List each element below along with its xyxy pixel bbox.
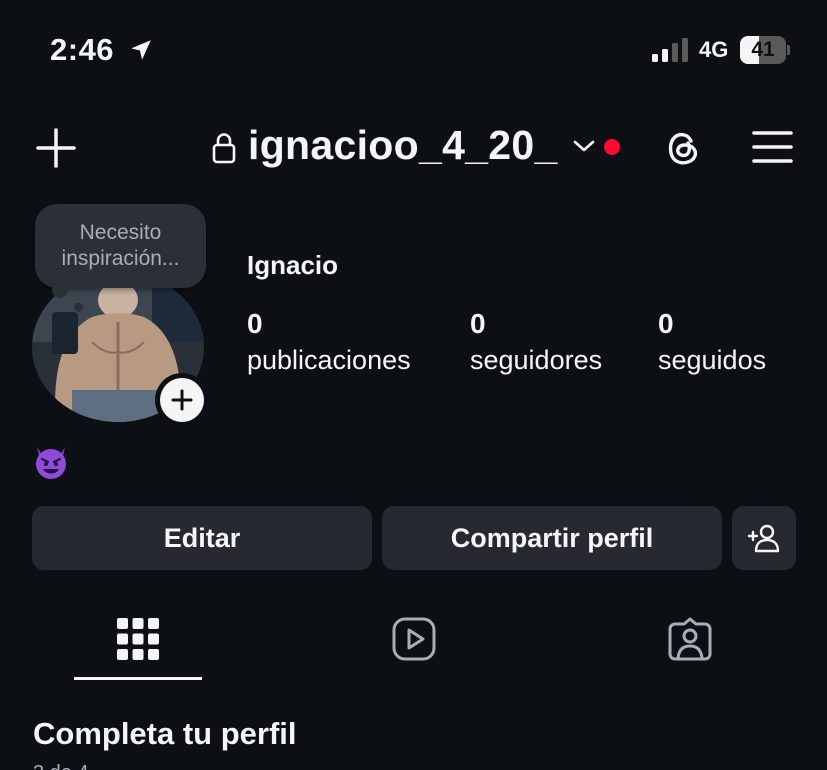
- chevron-down-icon[interactable]: [573, 138, 595, 154]
- plus-icon: [171, 389, 193, 411]
- battery-icon: 41: [740, 36, 790, 64]
- threads-icon[interactable]: [661, 126, 705, 170]
- lock-icon: [212, 133, 236, 164]
- status-bar: 2:46 4G 41: [0, 0, 827, 100]
- followers-label: seguidores: [470, 345, 603, 375]
- tab-tagged[interactable]: [630, 610, 750, 680]
- following-count: 0: [658, 308, 674, 339]
- followers-stat[interactable]: 0 seguidores: [470, 307, 602, 379]
- note-text-line2: inspiración...: [61, 247, 180, 270]
- posts-label: publicaciones: [247, 345, 411, 375]
- following-label: seguidos: [658, 345, 767, 375]
- battery-level: 41: [751, 38, 775, 61]
- note-bubble[interactable]: Necesito inspiración...: [35, 204, 206, 288]
- share-profile-button[interactable]: Compartir perfil: [382, 506, 722, 570]
- note-bubble-tail: [52, 282, 68, 298]
- status-time: 2:46: [50, 32, 115, 67]
- following-stat[interactable]: 0 seguidos: [658, 307, 766, 379]
- followers-count: 0: [470, 308, 486, 339]
- profile-header: ignacioo_4_20_: [0, 110, 827, 190]
- plus-icon[interactable]: [36, 128, 76, 168]
- notification-dot: [604, 139, 620, 155]
- active-tab-indicator: [74, 677, 202, 680]
- add-story-button[interactable]: [155, 373, 209, 427]
- edit-profile-button[interactable]: Editar: [32, 506, 372, 570]
- smiling-devil-emoji: [36, 447, 66, 479]
- note-text-line1: Necesito: [79, 221, 162, 244]
- display-name: Ignacio: [247, 250, 339, 280]
- reels-icon: [392, 617, 436, 661]
- username-switcher[interactable]: ignacioo_4_20_: [248, 122, 558, 169]
- hamburger-menu-icon[interactable]: [752, 130, 793, 164]
- posts-stat[interactable]: 0 publicaciones: [247, 307, 411, 379]
- location-arrow-icon: [131, 40, 151, 60]
- signal-bars-icon: [652, 38, 688, 62]
- add-user-icon: [747, 524, 780, 553]
- complete-profile-progress: 3 de 4: [33, 762, 89, 770]
- note-bubble-tail: [74, 303, 83, 312]
- discover-people-button[interactable]: [732, 506, 796, 570]
- grid-icon: [117, 618, 159, 660]
- network-type: 4G: [699, 37, 729, 62]
- tab-reels[interactable]: [354, 610, 474, 680]
- tab-posts-grid[interactable]: [78, 610, 198, 680]
- tagged-icon: [668, 617, 712, 661]
- posts-count: 0: [247, 308, 263, 339]
- complete-profile-title: Completa tu perfil: [33, 716, 297, 751]
